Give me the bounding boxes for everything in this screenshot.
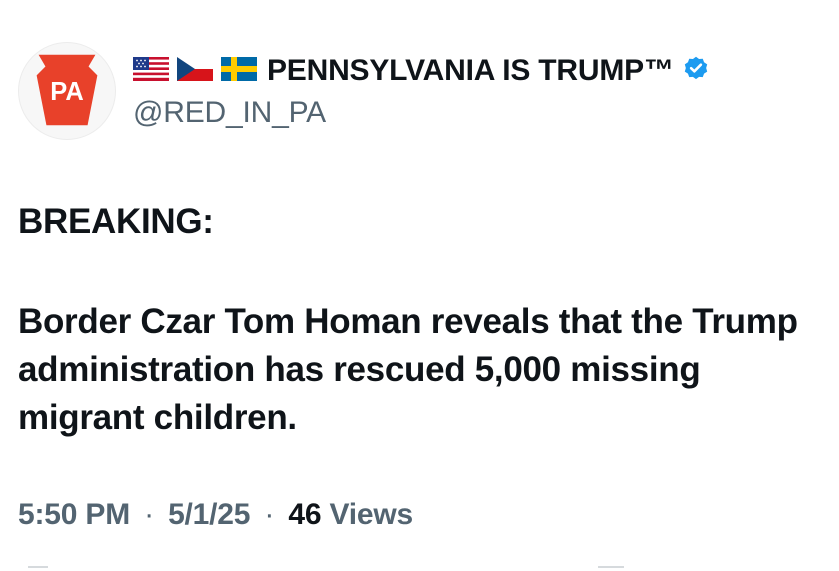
views-label[interactable]: Views	[329, 498, 413, 531]
action-bar-edge	[598, 566, 624, 571]
display-name[interactable]: PENNSYLVANIA IS TRUMP™	[267, 54, 674, 88]
account-names: PENNSYLVANIA IS TRUMP™ @RED_IN_PA	[133, 54, 710, 130]
keystone-logo-icon: PA	[36, 54, 98, 126]
sweden-flag-icon	[221, 56, 257, 86]
tweet-text: BREAKING: Border Czar Tom Homan reveals …	[18, 198, 808, 442]
tweet-card: PA PENNSYLVANIA IS TRUMP™ @RED_IN_PA BRE…	[0, 0, 839, 571]
display-name-row[interactable]: PENNSYLVANIA IS TRUMP™	[133, 54, 710, 88]
meta-separator: ·	[144, 498, 154, 531]
tweet-headline: Border Czar Tom Homan reveals that the T…	[18, 302, 798, 437]
tweet-time[interactable]: 5:50 PM	[18, 498, 130, 531]
tweet-meta: 5:50 PM · 5/1/25 · 46 Views	[18, 498, 413, 532]
views-count[interactable]: 46	[288, 498, 321, 531]
czech-flag-icon	[177, 56, 213, 86]
verified-badge-icon[interactable]	[682, 55, 710, 88]
avatar[interactable]: PA	[18, 42, 116, 140]
action-bar-edge	[28, 566, 48, 571]
tweet-date[interactable]: 5/1/25	[168, 498, 250, 531]
meta-separator: ·	[264, 498, 275, 531]
tweet-header: PA PENNSYLVANIA IS TRUMP™ @RED_IN_PA	[18, 42, 710, 140]
avatar-label: PA	[50, 78, 83, 106]
account-handle[interactable]: @RED_IN_PA	[133, 96, 710, 130]
us-flag-icon	[133, 56, 169, 86]
breaking-label: BREAKING:	[18, 202, 214, 241]
